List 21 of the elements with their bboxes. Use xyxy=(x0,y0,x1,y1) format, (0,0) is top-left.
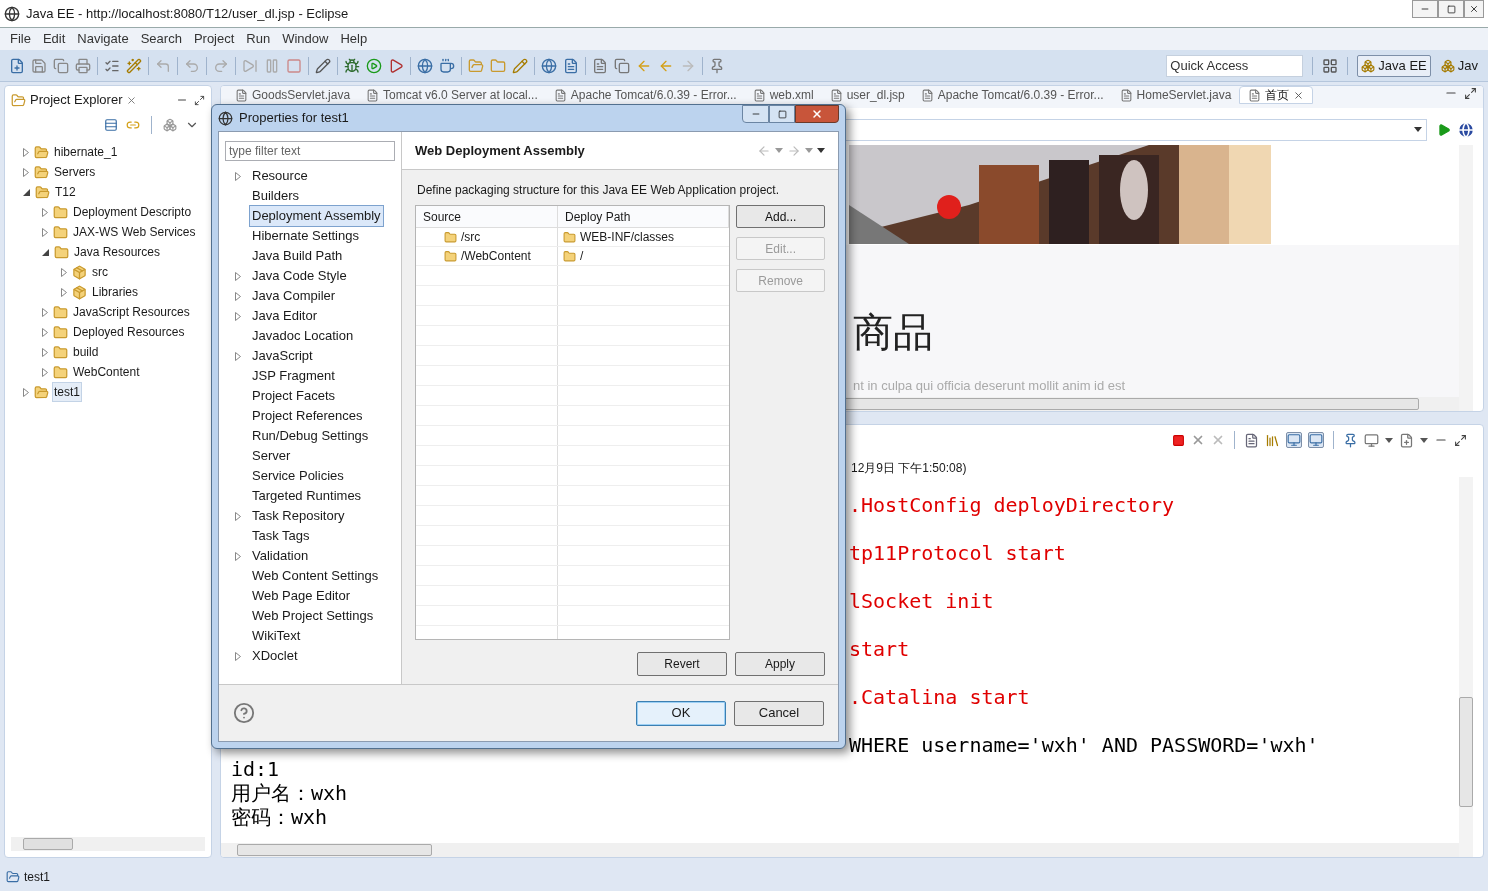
page-title: Web Deployment Assembly xyxy=(415,141,585,160)
table-cell-text: / xyxy=(580,248,584,265)
status-text: test1 xyxy=(24,868,50,886)
window-title: Java EE - http://localhost:8080/T12/user_dl.jsp - Eclipse xyxy=(26,4,349,23)
page-description: Define packaging structure for this Java EE Web Application project. xyxy=(416,182,780,199)
dialog-title: Properties for test1 xyxy=(239,109,349,128)
console-line: .Catalina start xyxy=(849,685,1031,709)
console-header: 12月9日 下午1:50:08) xyxy=(851,461,967,475)
console-line: 用户名：wxh xyxy=(231,781,349,805)
page-heading: 商品 xyxy=(853,307,934,356)
table-cell-text: /WebContent xyxy=(461,248,531,265)
console-line: WHERE username='wxh' AND PASSWORD='wxh' xyxy=(849,733,1320,757)
console-line: id:1 xyxy=(231,757,281,781)
console-line: lSocket init xyxy=(849,589,995,613)
page-text: nt in culpa qui officia deserunt mollit anim id est xyxy=(853,376,1127,395)
console-line: .HostConfig deployDirectory xyxy=(849,493,1176,517)
console-line: 密码：wxh xyxy=(231,805,329,829)
table-cell-text: /src xyxy=(461,229,481,246)
table-cell-text: WEB-INF/classes xyxy=(580,229,674,246)
console-line: tp11Protocol start xyxy=(849,541,1067,565)
console-line: start xyxy=(849,637,911,661)
